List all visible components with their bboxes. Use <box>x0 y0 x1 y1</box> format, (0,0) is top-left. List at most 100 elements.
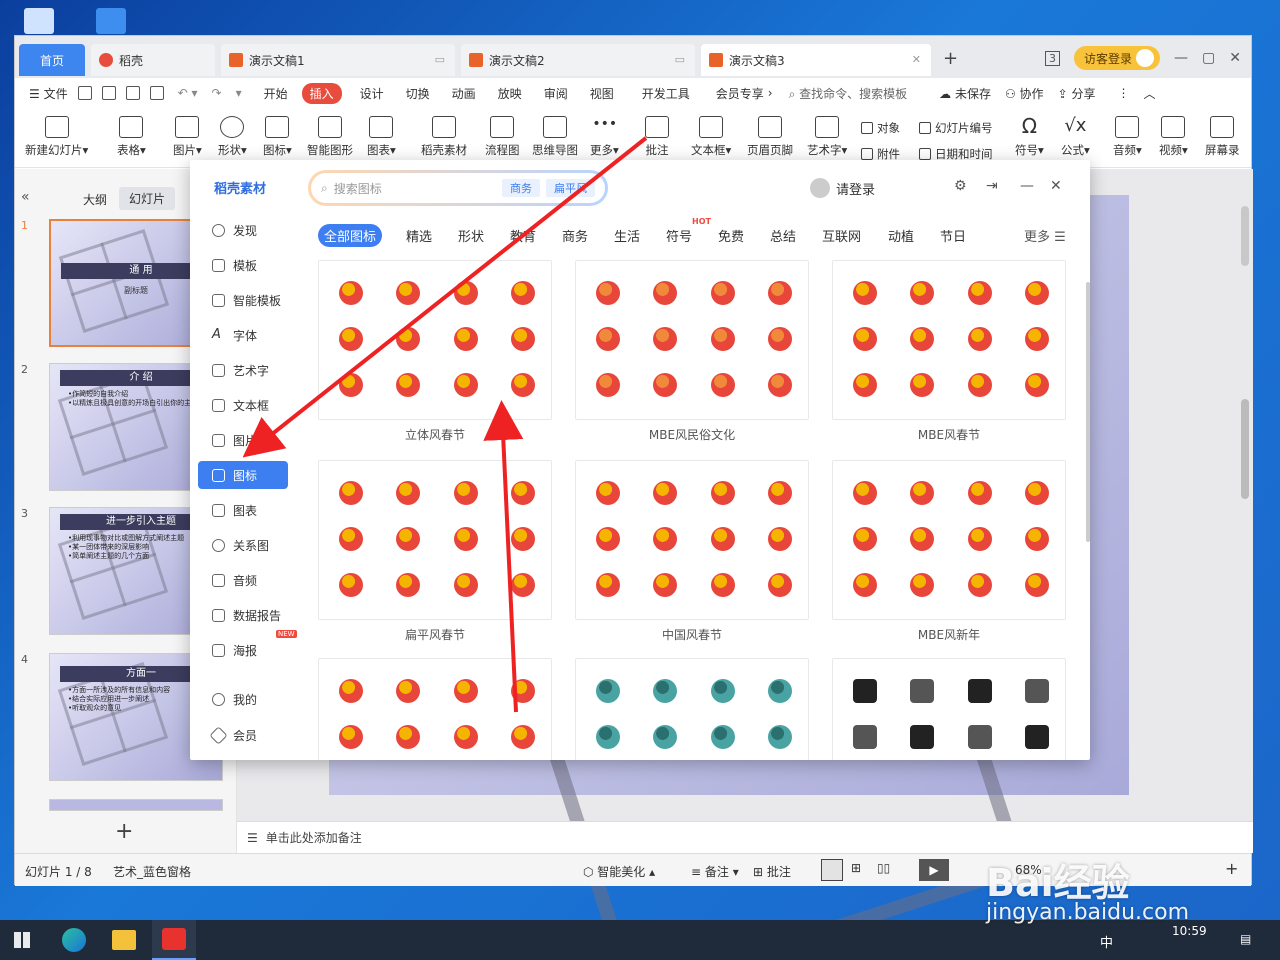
daoke-material-button[interactable]: 稻壳素材 <box>421 116 467 158</box>
slide-thumb-5-partial[interactable] <box>49 799 223 811</box>
ime-indicator[interactable]: 中 <box>1100 932 1113 951</box>
save-icon[interactable] <box>77 86 92 100</box>
festival-icon[interactable] <box>453 527 478 551</box>
edge-icon[interactable] <box>62 928 86 952</box>
cat-summary[interactable]: 总结 <box>770 226 796 245</box>
festival-icon[interactable] <box>653 327 678 351</box>
reading-view-icon[interactable]: ▯▯ <box>877 861 890 875</box>
festival-icon[interactable] <box>710 327 735 351</box>
icon-pack-name[interactable]: 中国风春节 <box>575 626 809 643</box>
formula-button[interactable]: √x 公式▾ <box>1061 116 1090 158</box>
festival-icon[interactable] <box>967 573 992 597</box>
festival-icon[interactable] <box>767 679 792 703</box>
icon-pack-name[interactable]: 扁平风春节 <box>318 626 552 643</box>
festival-icon[interactable] <box>596 725 620 749</box>
menu-start[interactable]: 开始 <box>264 85 288 102</box>
panel-close-icon[interactable]: ✕ <box>1050 178 1062 194</box>
notes-area[interactable]: ☰ 单击此处添加备注 <box>237 821 1253 853</box>
menu-insert[interactable]: 插入 <box>301 82 342 104</box>
festival-icon[interactable] <box>1024 373 1049 397</box>
tab-menu-icon[interactable]: ▭ <box>675 53 685 66</box>
workspace-icon[interactable]: 3 <box>1045 50 1061 66</box>
menu-animation[interactable]: 动画 <box>452 85 476 102</box>
menu-review[interactable]: 审阅 <box>544 85 568 102</box>
dock-icon[interactable]: ⇥ <box>986 178 998 194</box>
nav-member[interactable]: 会员 <box>198 721 288 749</box>
festival-icon[interactable] <box>710 481 735 505</box>
festival-icon[interactable] <box>767 481 792 505</box>
festival-icon[interactable] <box>339 527 363 551</box>
tab-home[interactable]: 首页 <box>19 44 85 76</box>
tab-doc2[interactable]: 演示文稿2 ▭ <box>461 44 695 76</box>
new-tab-button[interactable]: + <box>943 48 958 69</box>
festival-icon[interactable] <box>853 481 877 505</box>
panel-minimize-icon[interactable]: — <box>1020 178 1034 194</box>
nav-mine[interactable]: 我的 <box>198 685 288 713</box>
wps-taskbar-icon[interactable] <box>152 920 196 960</box>
icon-pack-name[interactable]: MBE风春节 <box>832 426 1066 443</box>
festival-icon[interactable] <box>910 281 935 305</box>
nav-template[interactable]: 模板 <box>198 251 288 279</box>
festival-icon[interactable] <box>653 481 678 505</box>
festival-icon[interactable] <box>596 679 620 703</box>
table-button[interactable]: 表格▾ <box>117 116 146 158</box>
sorter-view-icon[interactable]: ⊞ <box>851 861 861 875</box>
new-slide-button[interactable]: 新建幻灯片▾ <box>25 116 88 158</box>
festival-icon[interactable] <box>967 281 992 305</box>
festival-icon[interactable] <box>453 725 478 749</box>
preview-icon[interactable] <box>149 86 164 100</box>
festival-icon[interactable] <box>1024 481 1049 505</box>
festival-icon[interactable] <box>596 373 620 397</box>
festival-icon[interactable] <box>653 725 678 749</box>
play-button[interactable]: ▶ <box>919 859 949 881</box>
nav-textbox[interactable]: 文本框 <box>198 391 288 419</box>
festival-icon[interactable] <box>453 481 478 505</box>
festival-icon[interactable] <box>767 725 792 749</box>
slide-number-button[interactable]: 幻灯片编号 <box>919 120 993 136</box>
festival-icon[interactable] <box>1024 327 1049 351</box>
shape-button[interactable]: 形状▾ <box>218 116 247 158</box>
festival-icon[interactable] <box>396 481 421 505</box>
festival-icon[interactable] <box>967 327 992 351</box>
normal-view-icon[interactable] <box>821 859 843 881</box>
tab-slides[interactable]: 幻灯片 <box>119 187 176 210</box>
tab-daoke[interactable]: 稻壳 <box>91 44 215 76</box>
festival-icon[interactable] <box>1024 281 1049 305</box>
menu-transition[interactable]: 切换 <box>406 85 430 102</box>
remark-button[interactable]: ≡ 备注 ▾ <box>691 863 739 880</box>
nav-font[interactable]: A 字体 <box>198 321 288 349</box>
maximize-icon[interactable]: ▢ <box>1202 50 1215 66</box>
wordart-button[interactable]: 艺术字▾ <box>807 116 847 158</box>
festival-icon[interactable] <box>596 281 620 305</box>
festival-icon[interactable] <box>339 481 363 505</box>
icon-pack-card[interactable] <box>318 260 552 420</box>
menu-scroll-right-icon[interactable]: › <box>768 86 773 100</box>
festival-icon[interactable] <box>767 327 792 351</box>
window-scrollbar[interactable] <box>1241 206 1249 266</box>
panel-scrollbar[interactable] <box>1086 282 1090 542</box>
nav-audio[interactable]: 音频 <box>198 566 288 594</box>
collapse-ribbon-icon[interactable]: ︿ <box>1143 85 1155 102</box>
festival-icon[interactable] <box>339 679 363 703</box>
festival-icon[interactable] <box>1024 573 1049 597</box>
add-slide-button[interactable]: + <box>115 819 133 844</box>
print-icon[interactable] <box>125 86 140 100</box>
cat-business[interactable]: 商务 <box>562 226 588 245</box>
notification-icon[interactable]: ▤ <box>1240 932 1251 946</box>
festival-icon[interactable] <box>767 573 792 597</box>
nav-discover[interactable]: 发现 <box>198 216 288 244</box>
menu-view[interactable]: 视图 <box>590 85 614 102</box>
festival-icon[interactable] <box>453 373 478 397</box>
object-button[interactable]: 对象 <box>861 120 900 136</box>
mindmap-button[interactable]: 思维导图 <box>532 116 578 158</box>
festival-icon[interactable] <box>910 573 935 597</box>
quick-access-more-icon[interactable]: ▾ <box>236 86 242 100</box>
icon-pack-card[interactable] <box>318 460 552 620</box>
festival-icon[interactable] <box>396 573 421 597</box>
screen-record-button[interactable]: 屏幕录 <box>1205 116 1240 158</box>
comment-button[interactable]: 批注 <box>645 116 669 158</box>
festival-icon[interactable] <box>510 573 535 597</box>
cat-more[interactable]: 更多 ☰ <box>1024 226 1066 245</box>
nav-smart-template[interactable]: 智能模板 <box>198 286 288 314</box>
festival-icon[interactable] <box>853 527 877 551</box>
